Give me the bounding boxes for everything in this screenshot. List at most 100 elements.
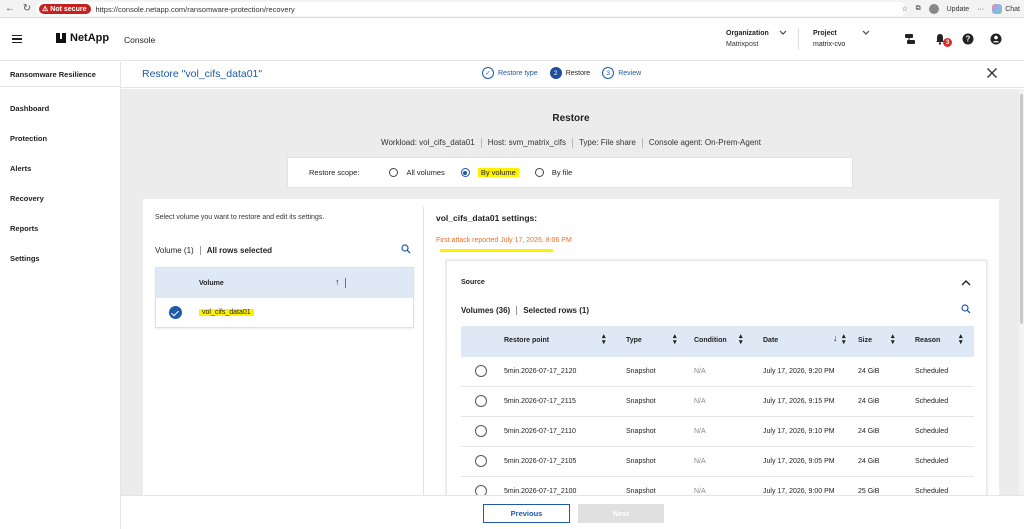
condition: N/A — [694, 488, 706, 495]
row-radio[interactable] — [475, 455, 487, 467]
sidebar-item-protection[interactable]: Protection — [10, 134, 47, 143]
size: 24 GiB — [858, 368, 880, 375]
scrollbar-thumb[interactable] — [1020, 94, 1023, 324]
selection-status: All rows selected — [206, 246, 273, 255]
browser-avatar[interactable] — [928, 4, 939, 14]
sort-up-icon[interactable]: ↑ — [335, 277, 340, 287]
chevron-down-icon[interactable] — [862, 30, 870, 36]
reason: Scheduled — [915, 368, 949, 375]
restore-points-header: Volumes (36) Selected rows (1) — [461, 306, 589, 315]
row-radio[interactable] — [475, 365, 487, 377]
sidebar-item-reports[interactable]: Reports — [10, 224, 38, 233]
chat-logo-icon — [992, 4, 1003, 14]
scope-all-volumes-radio[interactable]: All volumes — [389, 168, 445, 177]
table-row[interactable]: 5min.2026-07-17_2110 Snapshot N/A July 1… — [461, 417, 974, 447]
chat-button[interactable]: Chat — [992, 4, 1020, 14]
arrow-left-icon[interactable]: ← — [3, 2, 17, 16]
restore-scope-card: Restore scope: All volumes By volume By … — [287, 157, 853, 188]
url-text: https://console.netapp.com/ransomware-pr… — [95, 4, 295, 14]
step-restore-type[interactable]: ✓ Restore type — [482, 67, 538, 79]
sidebar: Ransomware Resilience Dashboard Protecti… — [0, 62, 121, 529]
row-radio[interactable] — [475, 425, 487, 437]
agent-icon[interactable] — [904, 33, 916, 45]
project-selector[interactable]: Project matrix-cvo — [813, 28, 845, 50]
sidebar-item-settings[interactable]: Settings — [10, 254, 40, 263]
restore-points-table-header: Restore point ▴ ▾ Type ▴ ▾ Condition ▴ ▾ Da… — [461, 326, 974, 357]
organization-selector[interactable]: Organization Matrixpost — [726, 28, 769, 50]
sort-icon[interactable]: ▴ ▾ — [959, 333, 963, 346]
help-icon[interactable]: ? — [962, 33, 974, 45]
divider — [199, 246, 201, 255]
table-row[interactable]: 5min.2026-07-17_2115 Snapshot N/A July 1… — [461, 387, 974, 417]
step-restore[interactable]: 2 Restore — [549, 67, 590, 79]
column-date[interactable]: Date — [763, 337, 778, 344]
column-condition[interactable]: Condition — [694, 337, 727, 344]
column-type[interactable]: Type — [626, 337, 642, 344]
update-label[interactable]: Update — [947, 6, 970, 13]
menu-icon[interactable] — [12, 35, 22, 43]
app-name: Console — [124, 35, 156, 45]
extensions-icon[interactable]: ⧉ — [916, 5, 921, 13]
step-review[interactable]: 3 Review — [602, 67, 641, 79]
user-icon[interactable] — [990, 33, 1002, 45]
step-number: 3 — [602, 67, 615, 79]
star-icon[interactable]: ☆ — [901, 5, 907, 13]
search-icon[interactable] — [401, 244, 411, 254]
table-row[interactable]: 5min.2026-07-17_2120 Snapshot N/A July 1… — [461, 357, 974, 387]
sidebar-item-recovery[interactable]: Recovery — [10, 194, 44, 203]
scope-by-volume-radio[interactable]: By volume — [460, 168, 519, 177]
restore-settings-card: Select volume you want to restore and ed… — [143, 199, 999, 495]
column-size[interactable]: Size — [858, 337, 872, 344]
radio-icon — [534, 168, 544, 177]
attack-notice: First attack reported July 17, 2026, 8:0… — [436, 237, 572, 244]
scope-by-file-radio[interactable]: By file — [534, 168, 572, 177]
sort-icon[interactable]: ▴ ▾ — [673, 333, 677, 346]
column-restore-point[interactable]: Restore point — [504, 337, 549, 344]
sort-down-icon[interactable]: ↓ — [833, 334, 838, 343]
sidebar-item-dashboard[interactable]: Dashboard — [10, 104, 49, 113]
chevron-up-icon[interactable] — [961, 278, 971, 288]
radio-icon — [389, 168, 399, 177]
column-resize-handle[interactable] — [345, 278, 346, 288]
more-icon[interactable]: ··· — [977, 6, 984, 13]
type: Snapshot — [626, 398, 656, 405]
next-button[interactable]: Next — [578, 504, 664, 523]
previous-button[interactable]: Previous — [483, 504, 570, 523]
close-icon[interactable] — [986, 67, 998, 79]
restore-point: 5min.2026-07-17_2120 — [504, 368, 577, 375]
restore-point: 5min.2026-07-17_2105 — [504, 458, 577, 465]
restore-points-table: Restore point ▴ ▾ Type ▴ ▾ Condition ▴ ▾ Da… — [461, 326, 974, 495]
address-bar[interactable]: ⚠ Not secure https://console.netapp.com/… — [36, 2, 906, 16]
row-radio[interactable] — [475, 395, 487, 407]
sort-icon[interactable]: ▴ ▾ — [842, 333, 846, 346]
reason: Scheduled — [915, 428, 949, 435]
step-number: 2 — [549, 67, 562, 79]
checkmark-icon[interactable] — [169, 306, 182, 319]
volume-hint: Select volume you want to restore and ed… — [155, 214, 325, 221]
type: Snapshot — [626, 368, 656, 375]
sort-icon[interactable]: ▴ ▾ — [602, 333, 606, 346]
column-volume[interactable]: Volume — [199, 280, 224, 287]
table-row[interactable]: 5min.2026-07-17_2105 Snapshot N/A July 1… — [461, 447, 974, 477]
chat-label: Chat — [1005, 5, 1020, 13]
table-row[interactable]: 5min.2026-07-17_2100 Snapshot N/A July 1… — [461, 477, 974, 495]
size: 24 GiB — [858, 428, 880, 435]
size: 25 GiB — [858, 488, 880, 495]
vertical-scrollbar[interactable] — [1019, 89, 1024, 495]
column-reason[interactable]: Reason — [915, 337, 940, 344]
sort-icon[interactable]: ▴ ▾ — [739, 333, 743, 346]
wizard-stepper: ✓ Restore type 2 Restore 3 Review — [482, 67, 653, 79]
sort-icon[interactable]: ▴ ▾ — [891, 333, 895, 346]
header-divider — [798, 28, 799, 50]
table-row[interactable]: vol_cifs_data01 — [156, 298, 413, 327]
netapp-logo: NetApp — [56, 32, 109, 44]
sidebar-item-alerts[interactable]: Alerts — [10, 164, 31, 173]
search-icon[interactable] — [961, 304, 971, 314]
browser-bar: ← ↻ ⚠ Not secure https://console.netapp.… — [0, 0, 1024, 18]
organization-label: Organization — [726, 30, 769, 37]
not-secure-badge[interactable]: ⚠ Not secure — [39, 4, 92, 14]
reload-icon[interactable]: ↻ — [20, 2, 34, 16]
radio-label: By volume — [477, 168, 519, 177]
chevron-down-icon[interactable] — [779, 30, 787, 36]
row-radio[interactable] — [475, 485, 487, 495]
